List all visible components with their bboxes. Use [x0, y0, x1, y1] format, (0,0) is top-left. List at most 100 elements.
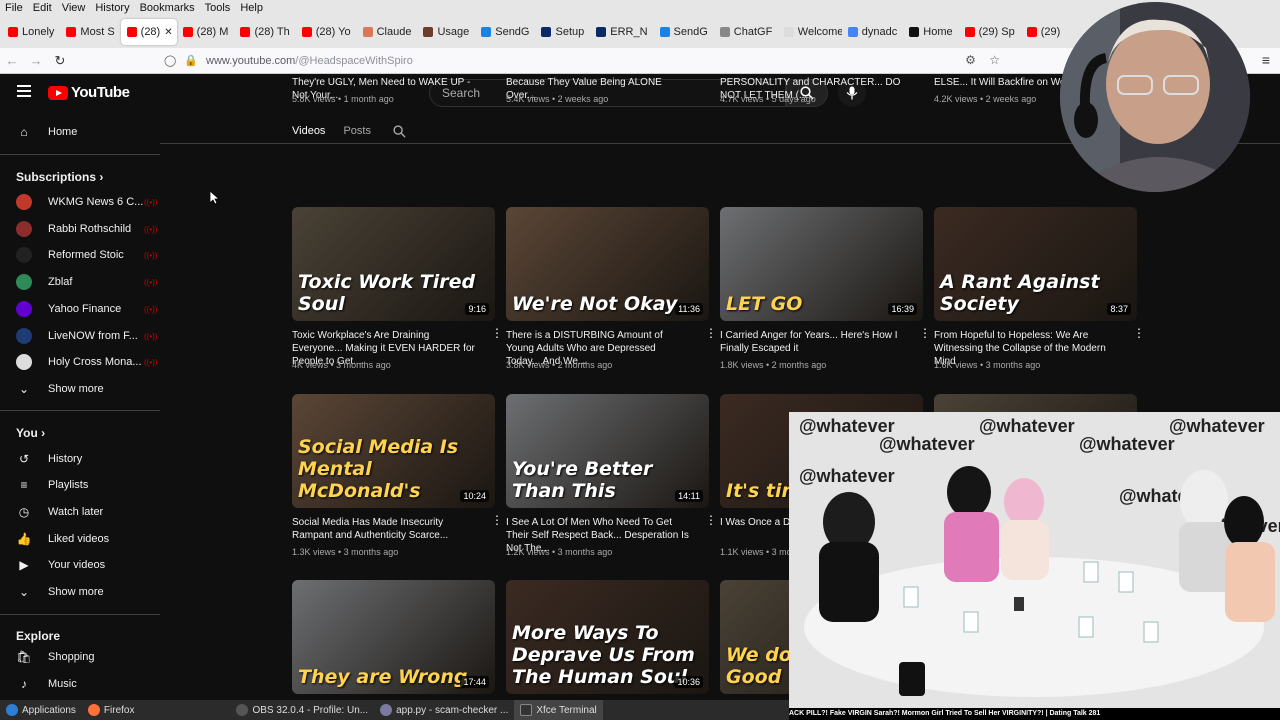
browser-tab[interactable]: ChatGF: [714, 19, 778, 45]
browser-tab[interactable]: Welcome: [778, 19, 842, 45]
browser-tab[interactable]: (29): [1021, 19, 1067, 45]
tab-label: ChatGF: [733, 26, 773, 38]
sidebar-item-home[interactable]: ⌂ Home: [16, 122, 156, 142]
reload-button[interactable]: ↻: [48, 53, 72, 69]
subscription-item[interactable]: Yahoo Finance ((•)): [16, 299, 157, 319]
more-actions-icon[interactable]: ⋮: [705, 327, 717, 339]
browser-tab[interactable]: Lonely: [2, 19, 60, 45]
more-actions-icon[interactable]: ⋮: [919, 327, 931, 339]
sidebar-item-your-videos[interactable]: ▶ Your videos: [16, 555, 156, 575]
video-title[interactable]: I Carried Anger for Years... Here's How …: [720, 329, 905, 355]
lock-icon[interactable]: 🔒: [184, 54, 198, 67]
sidebar-item-shopping[interactable]: 🛍 Shopping: [16, 647, 156, 667]
translate-icon[interactable]: ⚙: [965, 53, 976, 67]
obs-icon: [236, 704, 249, 716]
forward-button[interactable]: →: [24, 53, 48, 68]
sidebar-item-watch-later[interactable]: ◷ Watch later: [16, 502, 156, 522]
video-metadata: 5.4K views • 2 weeks ago: [506, 94, 609, 104]
browser-tab[interactable]: Most S: [60, 19, 120, 45]
channel-tabs: Videos Posts: [292, 120, 406, 142]
browser-tab[interactable]: dynadc: [842, 19, 903, 45]
browser-tab[interactable]: ERR_N: [590, 19, 653, 45]
menu-help[interactable]: Help: [235, 2, 268, 14]
video-thumbnail[interactable]: More Ways To Deprave Us From The Human S…: [506, 580, 709, 694]
browser-tab[interactable]: Setup: [535, 19, 590, 45]
more-actions-icon[interactable]: ⋮: [491, 514, 503, 526]
browser-tab[interactable]: SendG: [654, 19, 714, 45]
tab-label: dynadc: [861, 26, 898, 38]
taskbar-app-py[interactable]: app.py - scam-checker ...: [374, 700, 514, 720]
app-menu-icon[interactable]: ≡: [1262, 52, 1270, 68]
subscription-item[interactable]: WKMG News 6 C... ((•)): [16, 192, 157, 212]
show-more-subscriptions[interactable]: ⌄ Show more: [16, 379, 156, 399]
taskbar-terminal[interactable]: Xfce Terminal: [514, 700, 603, 720]
back-button[interactable]: ←: [0, 53, 24, 68]
tab-videos[interactable]: Videos: [292, 125, 325, 137]
sidebar-item-history[interactable]: ↺ History: [16, 449, 156, 469]
guide-menu-icon[interactable]: [17, 85, 31, 97]
close-tab-icon[interactable]: ✕: [164, 27, 172, 38]
bookmark-star-icon[interactable]: ☆: [989, 53, 1000, 67]
subscription-item[interactable]: Reformed Stoic ((•)): [16, 245, 157, 265]
browser-tab[interactable]: (28) ✕: [120, 19, 177, 45]
shield-icon[interactable]: ◯: [164, 54, 176, 67]
sidebar-item-music[interactable]: ♪ Music: [16, 674, 156, 694]
subscription-label: WKMG News 6 C...: [48, 196, 144, 208]
browser-tab[interactable]: (28) Yo: [296, 19, 357, 45]
youtube-play-icon: [48, 85, 68, 100]
video-duration: 9:16: [465, 303, 489, 315]
tab-favicon-icon: [8, 27, 18, 37]
video-duration: 14:11: [675, 490, 703, 502]
you-heading[interactable]: You ›: [16, 426, 45, 440]
sidebar-item-liked-videos[interactable]: 👍 Liked videos: [16, 529, 156, 549]
video-title[interactable]: Social Media Has Made Insecurity Rampant…: [292, 516, 477, 542]
subscription-label: Holy Cross Mona...: [48, 356, 142, 369]
browser-tab[interactable]: Home: [903, 19, 958, 45]
live-indicator-icon: ((•)): [144, 358, 158, 368]
video-thumbnail[interactable]: We're Not Okay 11:36: [506, 207, 709, 321]
subscription-item[interactable]: Zblaf ((•)): [16, 272, 157, 292]
video-thumbnail[interactable]: LET GO 16:39: [720, 207, 923, 321]
webcam-overlay: [1060, 2, 1250, 192]
menu-bookmarks[interactable]: Bookmarks: [135, 2, 200, 14]
subscription-item[interactable]: LiveNOW from F... ((•)): [16, 326, 157, 346]
more-actions-icon[interactable]: ⋮: [491, 327, 503, 339]
youtube-logo[interactable]: YouTube: [48, 84, 130, 101]
url-field[interactable]: ◯ 🔒 www.youtube.com/@HeadspaceWithSpiro: [164, 50, 1014, 72]
picture-in-picture-player[interactable]: @whatever @whatever @whatever @whatever …: [789, 412, 1280, 708]
menu-edit[interactable]: Edit: [28, 2, 57, 14]
menu-history[interactable]: History: [90, 2, 134, 14]
tab-label: Lonely: [22, 26, 55, 38]
subscription-item[interactable]: Holy Cross Mona... ((•)): [16, 352, 158, 372]
browser-tab[interactable]: (29) Sp: [959, 19, 1021, 45]
video-thumbnail[interactable]: Social Media Is Mental McDonald's 10:24: [292, 394, 495, 508]
menu-file[interactable]: File: [0, 2, 28, 14]
video-thumbnail[interactable]: A Rant Against Society 8:37: [934, 207, 1137, 321]
video-thumbnail[interactable]: You're Better Than This 14:11: [506, 394, 709, 508]
sidebar-item-playlists[interactable]: ≡ Playlists: [16, 475, 156, 495]
video-metadata: 1.3K views • 3 months ago: [292, 547, 399, 557]
video-thumbnail[interactable]: They are Wrong 17:44: [292, 580, 495, 694]
more-actions-icon[interactable]: ⋮: [705, 514, 717, 526]
browser-tab[interactable]: Claude: [357, 19, 418, 45]
taskbar-firefox[interactable]: Firefox: [82, 700, 141, 720]
editor-icon: [380, 704, 393, 716]
url-actions: ⚙ ☆: [965, 53, 1000, 67]
taskbar-obs[interactable]: OBS 32.0.4 - Profile: Un...: [230, 700, 374, 720]
tab-posts[interactable]: Posts: [343, 125, 371, 137]
channel-search-icon[interactable]: [393, 124, 406, 138]
applications-menu[interactable]: Applications: [0, 700, 82, 720]
subscriptions-heading[interactable]: Subscriptions ›: [16, 170, 103, 184]
more-actions-icon[interactable]: ⋮: [1133, 327, 1145, 339]
browser-tab[interactable]: (28) M: [177, 19, 235, 45]
browser-tab[interactable]: SendG: [475, 19, 535, 45]
video-thumbnail[interactable]: Toxic Work Tired Soul 9:16: [292, 207, 495, 321]
thumbnail-title-text: We're Not Okay: [512, 293, 678, 315]
subscription-item[interactable]: Rabbi Rothschild ((•)): [16, 219, 157, 239]
browser-tab[interactable]: (28) Th: [234, 19, 295, 45]
menu-tools[interactable]: Tools: [200, 2, 236, 14]
menu-view[interactable]: View: [57, 2, 91, 14]
channel-avatar: [16, 274, 32, 291]
browser-tab[interactable]: Usage: [417, 19, 475, 45]
show-more-you[interactable]: ⌄ Show more: [16, 582, 156, 602]
